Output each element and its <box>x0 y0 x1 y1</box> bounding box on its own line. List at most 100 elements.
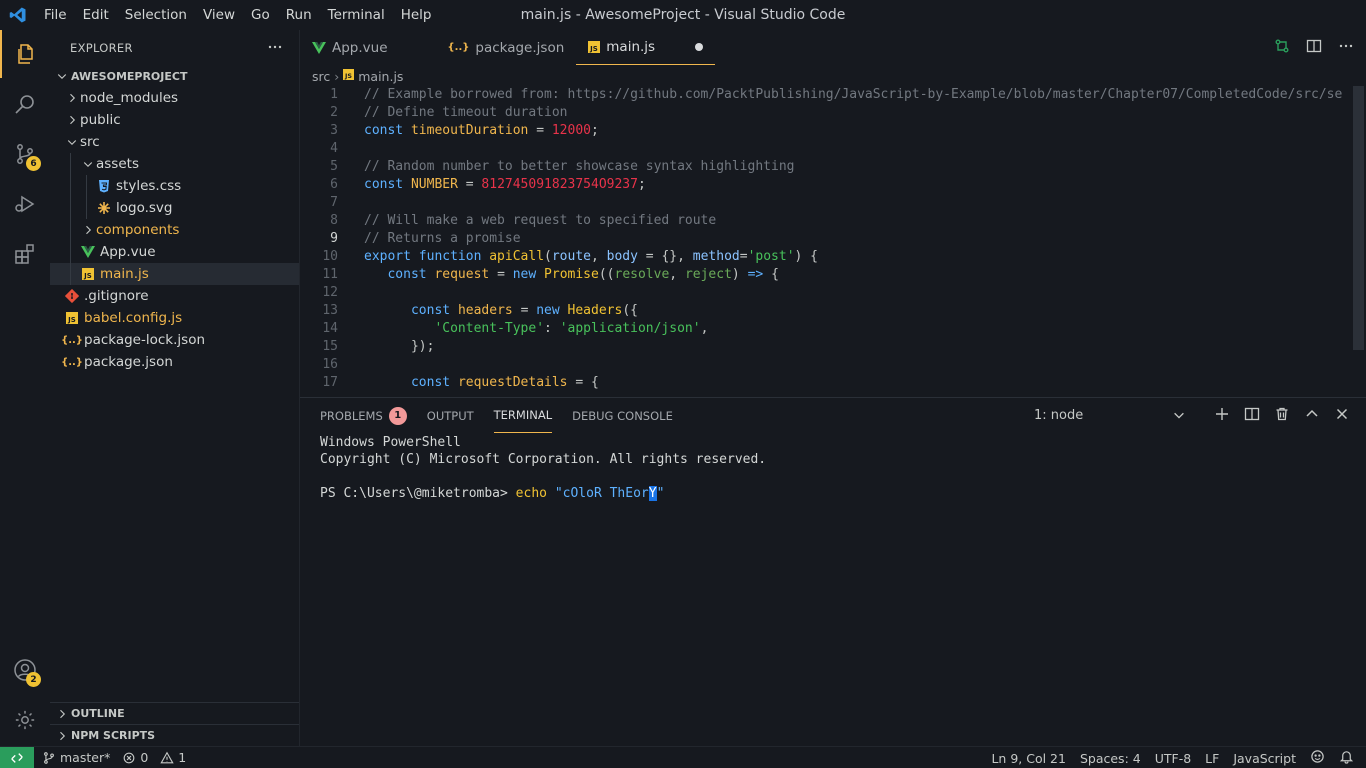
run-debug-button[interactable] <box>0 180 50 228</box>
terminal-output[interactable]: Windows PowerShell Copyright (C) Microso… <box>320 434 766 502</box>
tree-item-babel-config[interactable]: JS babel.config.js <box>50 307 299 329</box>
outline-section-header[interactable]: OUTLINE <box>50 702 299 724</box>
extensions-button[interactable] <box>0 230 50 278</box>
npm-scripts-title: NPM SCRIPTS <box>71 729 156 742</box>
status-right: Ln 9, Col 21 Spaces: 4 UTF-8 LF JavaScri… <box>991 747 1354 768</box>
project-section-header[interactable]: AWESOMEPROJECT <box>50 65 299 87</box>
tree-item-public[interactable]: public <box>50 109 299 131</box>
branch-name: master* <box>60 750 111 765</box>
indent-guide <box>86 175 87 197</box>
encoding-status[interactable]: UTF-8 <box>1155 751 1191 766</box>
branch-status[interactable]: master* <box>42 750 110 765</box>
accounts-button[interactable]: 2 <box>0 646 50 694</box>
problems-status[interactable]: 0 1 <box>122 750 186 765</box>
menu-help[interactable]: Help <box>393 0 440 30</box>
svg-text:JS: JS <box>344 72 352 80</box>
maximize-panel-icon[interactable] <box>1304 406 1320 426</box>
source-control-button[interactable]: 6 <box>0 130 50 178</box>
terminal-command: echo <box>515 486 547 501</box>
warning-icon <box>160 751 174 763</box>
menu-view[interactable]: View <box>195 0 243 30</box>
line-number: 1 <box>330 87 338 102</box>
code-editor[interactable]: 1// Example borrowed from: https://githu… <box>300 86 1366 396</box>
explorer-button[interactable] <box>0 30 50 78</box>
editor-tabs: App.vue {..} package.json JS main.js <box>300 30 1366 65</box>
npm-scripts-section-header[interactable]: NPM SCRIPTS <box>50 724 299 746</box>
tree-item-gitignore[interactable]: .gitignore <box>50 285 299 307</box>
tree-item-main-js[interactable]: JS main.js <box>50 263 299 285</box>
eol-status[interactable]: LF <box>1205 751 1219 766</box>
menu-selection[interactable]: Selection <box>117 0 195 30</box>
tree-item-package-json[interactable]: {..} package.json <box>50 351 299 373</box>
svg-text:JS: JS <box>83 272 92 280</box>
manage-button[interactable] <box>0 696 50 744</box>
bell-icon[interactable] <box>1339 749 1354 767</box>
split-terminal-icon[interactable] <box>1244 406 1260 426</box>
explorer-title: EXPLORER <box>70 40 133 55</box>
menu-run[interactable]: Run <box>278 0 320 30</box>
tree-item-styles-css[interactable]: styles.css <box>50 175 299 197</box>
indent-guide <box>86 197 87 219</box>
line-number: 14 <box>322 321 338 336</box>
tree-item-assets[interactable]: assets <box>50 153 299 175</box>
tree-item-label: components <box>96 222 180 238</box>
indentation-status[interactable]: Spaces: 4 <box>1080 751 1141 766</box>
menu-edit[interactable]: Edit <box>75 0 117 30</box>
tree-item-label: package.json <box>84 354 173 370</box>
menu-terminal[interactable]: Terminal <box>320 0 393 30</box>
tree-item-components[interactable]: components <box>50 219 299 241</box>
code-line: 16 <box>300 356 1366 374</box>
tab-debug-console[interactable]: DEBUG CONSOLE <box>572 398 673 433</box>
tab-problems[interactable]: PROBLEMS 1 <box>320 398 407 433</box>
new-terminal-icon[interactable] <box>1214 406 1230 426</box>
tree-item-node-modules[interactable]: node_modules <box>50 87 299 109</box>
chevron-down-icon <box>1172 408 1186 426</box>
tab-terminal[interactable]: TERMINAL <box>493 398 553 433</box>
indent-guide <box>70 175 71 197</box>
terminal-select-value: 1: node <box>1034 408 1084 423</box>
tab-package-json[interactable]: {..} package.json <box>436 30 577 65</box>
line-number: 7 <box>330 195 338 210</box>
more-actions-icon[interactable] <box>1338 38 1354 58</box>
indent-guide <box>70 153 71 175</box>
search-button[interactable] <box>0 80 50 128</box>
tab-output[interactable]: OUTPUT <box>427 398 474 433</box>
menu-go[interactable]: Go <box>243 0 278 30</box>
breadcrumb-item-main-js[interactable]: main.js <box>358 69 403 84</box>
close-icon[interactable] <box>1334 406 1350 426</box>
js-file-icon: JS <box>80 266 96 282</box>
tab-label: PROBLEMS <box>320 408 383 423</box>
more-actions-icon[interactable] <box>267 39 283 58</box>
tree-item-app-vue[interactable]: App.vue <box>50 241 299 263</box>
cursor-position[interactable]: Ln 9, Col 21 <box>991 751 1066 766</box>
breadcrumb-item-src[interactable]: src <box>312 69 330 84</box>
trash-icon[interactable] <box>1274 406 1290 426</box>
unsaved-dot-icon[interactable] <box>695 43 704 51</box>
code-line: 3 const timeoutDuration = 12000; <box>300 122 1366 140</box>
tree-item-package-lock-json[interactable]: {..} package-lock.json <box>50 329 299 351</box>
terminal-select[interactable]: 1: node <box>1034 398 1184 433</box>
terminal-argument: "cOloR ThEor <box>554 486 649 501</box>
terminal-cursor: Y <box>648 486 657 501</box>
line-number: 6 <box>330 177 338 192</box>
open-changes-icon[interactable] <box>1274 38 1290 58</box>
tree-item-label: src <box>80 134 100 150</box>
bottom-panel: PROBLEMS 1 OUTPUT TERMINAL DEBUG CONSOLE… <box>300 397 1366 746</box>
code-line: 8// Will make a web request to specified… <box>300 212 1366 230</box>
code-line-current: 9// Returns a promise <box>300 230 1366 248</box>
remote-button[interactable] <box>0 746 34 768</box>
tree-item-logo-svg[interactable]: logo.svg <box>50 197 299 219</box>
editor-scrollbar[interactable] <box>1353 86 1364 350</box>
tree-item-label: App.vue <box>100 244 156 260</box>
code-line: 13 const headers = new Headers({ <box>300 302 1366 320</box>
split-editor-icon[interactable] <box>1306 38 1322 58</box>
language-mode[interactable]: JavaScript <box>1233 751 1296 766</box>
menu-file[interactable]: File <box>36 0 75 30</box>
tree-item-src[interactable]: src <box>50 131 299 153</box>
terminal-line: Copyright (C) Microsoft Corporation. All… <box>320 452 767 467</box>
tab-main-js[interactable]: JS main.js <box>576 30 716 65</box>
feedback-icon[interactable] <box>1310 749 1325 767</box>
run-debug-icon <box>15 195 35 213</box>
line-number: 16 <box>322 357 338 372</box>
tab-app-vue[interactable]: App.vue <box>300 30 436 65</box>
